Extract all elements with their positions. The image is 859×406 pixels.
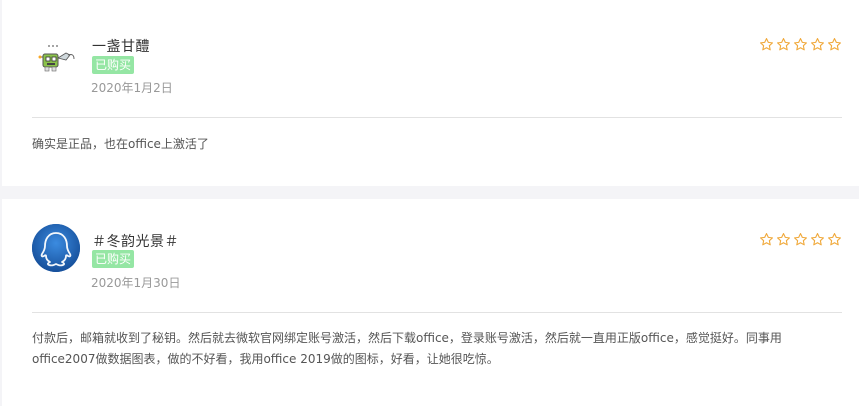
review-date: 2020年1月2日 [91,81,173,95]
username: 一盏甘醴 [92,39,150,55]
avatar[interactable] [32,33,80,81]
username: ＃冬韵光景＃ [92,234,179,250]
divider [32,312,842,313]
purchased-badge: 已购买 [92,56,135,74]
star-icon [811,233,824,246]
star-rating [759,232,842,247]
star-icon [828,233,841,246]
avatar[interactable] [32,224,80,272]
review-card: ＃冬韵光景＃ 已购买 2020年1月30日 付款后，邮箱就收到了秘钥。然后就去微… [2,199,859,406]
review-date: 2020年1月30日 [91,276,181,290]
star-icon [760,38,773,51]
reviews-page: 一盏甘醴 已购买 2020年1月2日 确实是正品，也在office上激活了 ＃冬… [0,0,859,406]
star-icon [760,233,773,246]
star-icon [828,38,841,51]
star-icon [777,233,790,246]
review-card: 一盏甘醴 已购买 2020年1月2日 确实是正品，也在office上激活了 [2,0,859,186]
review-comment: 确实是正品，也在office上激活了 [32,137,209,151]
star-icon [794,233,807,246]
qq-penguin-avatar-icon [32,224,80,272]
robot-avatar-icon [32,33,80,81]
star-rating [759,37,842,52]
review-comment: 付款后，邮箱就收到了秘钥。然后就去微软官网绑定账号激活，然后下载office，登… [32,331,782,366]
divider [32,117,842,118]
purchased-badge: 已购买 [92,250,135,268]
star-icon [811,38,824,51]
star-icon [794,38,807,51]
star-icon [777,38,790,51]
